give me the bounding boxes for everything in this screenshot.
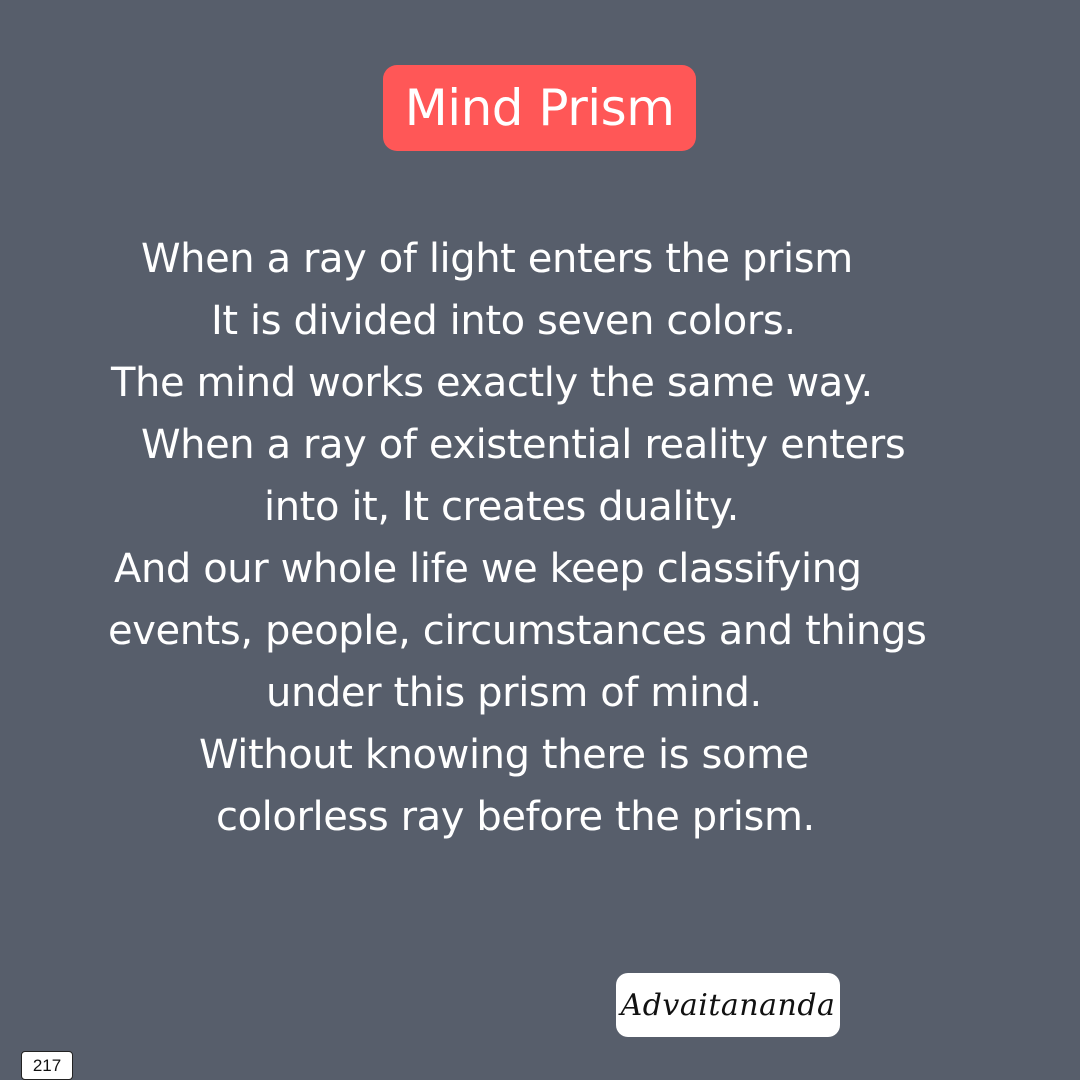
poem-line: The mind works exactly the same way. bbox=[111, 360, 873, 406]
signature-badge: Advaitananda bbox=[616, 973, 840, 1037]
poem-text: When a ray of light enters the prism It … bbox=[0, 228, 1080, 848]
poem-line: events, people, circumstances and things bbox=[108, 608, 927, 654]
poem-line: under this prism of mind. bbox=[266, 670, 762, 716]
poem-line: It is divided into seven colors. bbox=[211, 298, 796, 344]
poem-line: When a ray of light enters the prism bbox=[141, 236, 853, 282]
poem-line: When a ray of existential reality enters bbox=[141, 422, 906, 468]
signature: Advaitananda bbox=[620, 987, 836, 1023]
poem-line: Without knowing there is some bbox=[199, 732, 809, 778]
poem-line: into it, It creates duality. bbox=[264, 484, 739, 530]
poem-line: colorless ray before the prism. bbox=[216, 794, 815, 840]
poem-line: And our whole life we keep classifying bbox=[114, 546, 862, 592]
page-title: Mind Prism bbox=[404, 79, 675, 137]
title-badge: Mind Prism bbox=[383, 65, 696, 151]
page-number: 217 bbox=[21, 1051, 73, 1080]
